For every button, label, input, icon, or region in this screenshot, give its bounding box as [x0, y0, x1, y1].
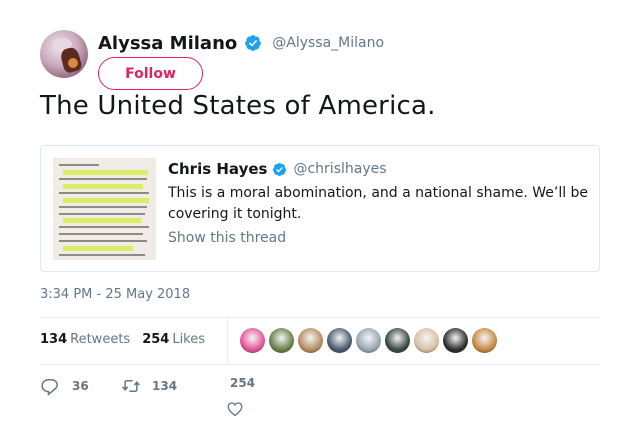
author-avatar[interactable] [40, 30, 88, 78]
liker-avatar-1[interactable] [240, 328, 265, 353]
tweet-text: The United States of America. [40, 91, 436, 121]
quoted-author-handle[interactable]: @chrislhayes [293, 161, 386, 177]
retweets-count: 134 [40, 332, 68, 347]
quoted-author-display-name[interactable]: Chris Hayes [168, 160, 267, 178]
divider [40, 317, 600, 318]
liker-avatar-4[interactable] [327, 328, 352, 353]
liker-avatar-3[interactable] [298, 328, 323, 353]
author-display-name[interactable]: Alyssa Milano [98, 33, 237, 54]
likes-stat[interactable]: 254 Likes [142, 332, 205, 347]
tweet-stats: 134 Retweets 254 Likes [40, 332, 217, 347]
author-handle[interactable]: @Alyssa_Milano [272, 35, 384, 51]
like-button[interactable] [226, 400, 244, 418]
tweet-actions: 36 134 254 [40, 376, 300, 418]
author-header: Alyssa Milano @Alyssa_Milano [98, 31, 384, 55]
divider [40, 364, 600, 365]
liker-avatar-5[interactable] [356, 328, 381, 353]
verified-badge-icon [273, 162, 287, 176]
liker-avatars [240, 328, 501, 353]
heart-icon [227, 402, 243, 417]
retweets-stat[interactable]: 134 Retweets [40, 332, 130, 347]
reply-icon [41, 379, 59, 396]
likes-count: 254 [142, 332, 170, 347]
quoted-tweet-header: Chris Hayes @chrislhayes [168, 159, 593, 179]
retweet-button[interactable]: 134 [120, 376, 177, 396]
retweet-count: 134 [152, 379, 178, 393]
quoted-tweet[interactable]: Chris Hayes @chrislhayes This is a moral… [40, 145, 600, 272]
liker-avatar-7[interactable] [414, 328, 439, 353]
quoted-tweet-text: This is a moral abomination, and a natio… [168, 185, 589, 222]
reply-count: 36 [72, 379, 89, 393]
stats-divider [227, 318, 228, 364]
liker-avatar-9[interactable] [472, 328, 497, 353]
quoted-tweet-image[interactable] [53, 158, 156, 260]
tweet-card: Alyssa Milano @Alyssa_Milano Follow The … [0, 0, 640, 426]
tweet-timestamp[interactable]: 3:34 PM - 25 May 2018 [40, 287, 190, 302]
reply-button[interactable]: 36 [40, 376, 89, 396]
quoted-tweet-body: Chris Hayes @chrislhayes This is a moral… [168, 159, 593, 246]
liker-avatar-6[interactable] [385, 328, 410, 353]
follow-button[interactable]: Follow [98, 57, 203, 90]
retweet-icon [122, 380, 140, 392]
liker-avatar-8[interactable] [443, 328, 468, 353]
likes-label: Likes [172, 332, 206, 347]
retweets-label: Retweets [70, 332, 131, 347]
verified-badge-icon [245, 35, 262, 51]
show-thread-link[interactable]: Show this thread [168, 230, 593, 246]
like-count-label[interactable]: 254 [230, 376, 255, 390]
like-count: 254 [230, 376, 256, 390]
liker-avatar-2[interactable] [269, 328, 294, 353]
